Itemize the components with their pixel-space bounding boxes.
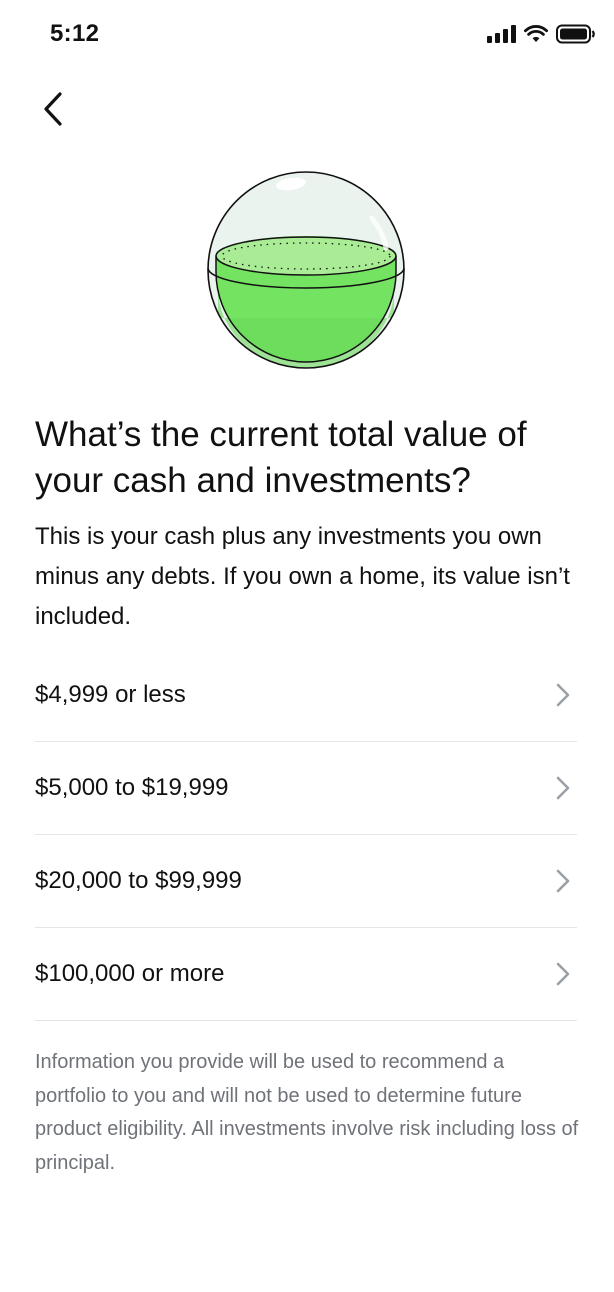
disclaimer-text: Information you provide will be used to … [35, 1051, 579, 1174]
status-bar: 5:12 [0, 0, 614, 70]
option-label: $20,000 to $99,999 [35, 867, 242, 894]
wifi-icon [524, 25, 548, 42]
option-20000-to-99999[interactable]: $20,000 to $99,999 [35, 835, 577, 928]
options-list: $4,999 or less $5,000 to $19,999 $20,000… [35, 648, 577, 1021]
option-4999-or-less[interactable]: $4,999 or less [35, 648, 577, 742]
page-description: This is your cash plus any investments y… [35, 523, 570, 630]
status-icons [487, 24, 596, 44]
option-label: $100,000 or more [35, 960, 225, 987]
sphere-illustration [204, 168, 408, 372]
option-label: $4,999 or less [35, 680, 186, 708]
status-time: 5:12 [50, 20, 100, 47]
chevron-right-icon [556, 869, 570, 893]
page-title: What’s the current total value of your c… [35, 415, 527, 500]
chevron-right-icon [556, 683, 570, 706]
glass-sphere-icon [207, 171, 405, 369]
option-100000-or-more[interactable]: $100,000 or more [35, 928, 577, 1021]
screen: 5:12 What’s the current total value of y… [0, 0, 614, 1292]
chevron-right-icon [556, 776, 570, 800]
chevron-right-icon [556, 962, 570, 986]
back-button[interactable] [30, 86, 76, 132]
option-5000-to-19999[interactable]: $5,000 to $19,999 [35, 742, 577, 835]
cellular-signal-icon [487, 25, 516, 43]
battery-icon [556, 24, 595, 44]
chevron-left-icon [44, 92, 62, 126]
option-label: $5,000 to $19,999 [35, 774, 229, 801]
